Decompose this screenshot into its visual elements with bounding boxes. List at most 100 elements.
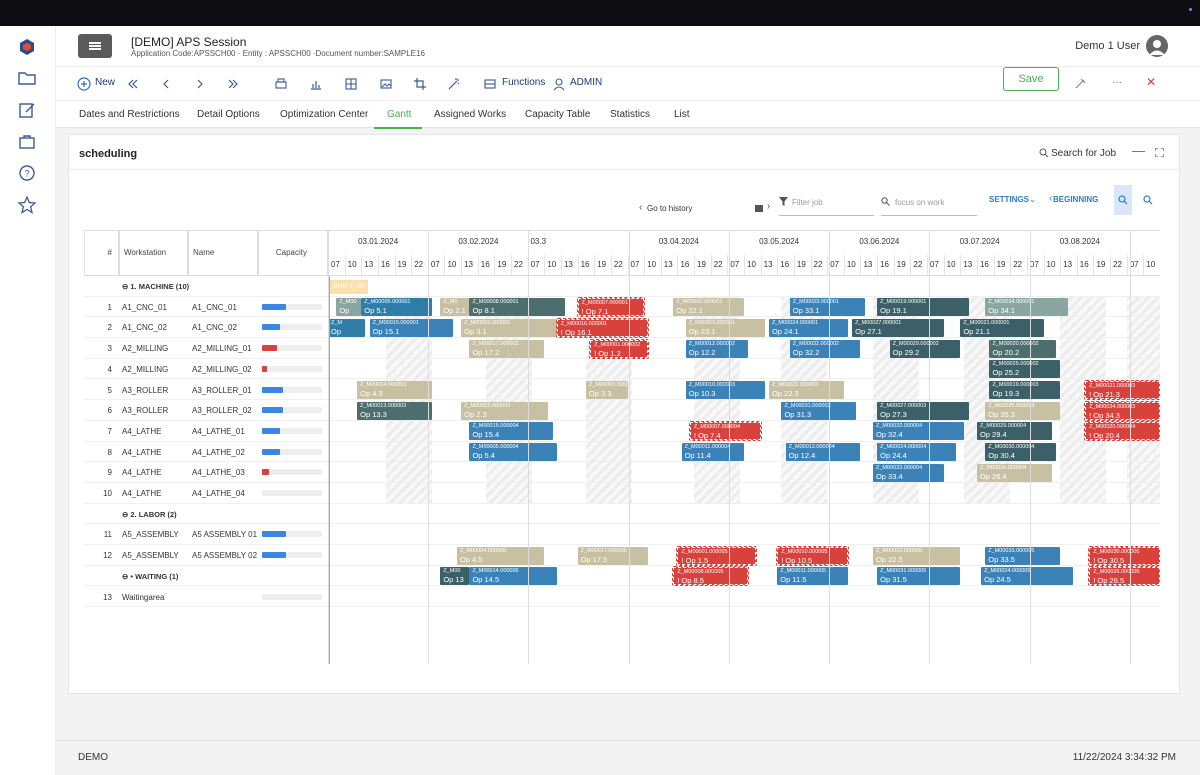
focus-on-work-input[interactable]: focus on work — [895, 198, 944, 207]
job-bar[interactable]: Z_M00015.000004 Op 15.4 — [469, 422, 553, 441]
zoom-in-button[interactable] — [1114, 185, 1132, 215]
job-bar[interactable]: Z_M00033.000005 Op 33.5 — [985, 546, 1061, 565]
job-bar[interactable]: Z_M00035.000003 Op 35.3 — [985, 401, 1061, 420]
add-icon[interactable] — [76, 76, 92, 92]
job-bar[interactable]: Z_M00020.000004! Op 20.4 — [1084, 421, 1160, 442]
job-bar[interactable]: Z_M00 Op 13 — [440, 567, 470, 586]
folder-icon[interactable] — [16, 67, 38, 89]
tab-detail-options[interactable]: Detail Options — [197, 109, 260, 120]
save-button[interactable]: Save — [1003, 67, 1059, 91]
job-bar[interactable]: Z_M00032.000002 Op 32.2 — [789, 339, 861, 358]
close-button[interactable]: ✕ — [1146, 75, 1156, 89]
chart-icon[interactable] — [308, 76, 324, 92]
job-bar[interactable]: Z_M00034.000003! Op 34.3 — [1084, 400, 1160, 421]
job-bar[interactable]: Z_M00 Op — [336, 298, 362, 317]
table-icon[interactable] — [343, 76, 359, 92]
job-bar[interactable]: Z_M00003.000001 Op 3.1 — [461, 318, 557, 337]
job-bar[interactable]: Z_M00020.000002 Op 20.2 — [989, 339, 1056, 358]
job-bar[interactable]: Z_M00030.000005! Op 30.5 — [1088, 545, 1160, 566]
job-bar[interactable]: Z_M00017.000005 Op 17.5 — [577, 546, 649, 565]
avatar[interactable] — [1146, 35, 1168, 57]
job-bar[interactable]: Z_M00021.000003! Op 21.3 — [1084, 380, 1160, 400]
job-bar[interactable]: Z_M00002.000001 Op 22.1 — [673, 298, 744, 317]
next-record-icon[interactable] — [192, 76, 208, 92]
tab-assigned-works[interactable]: Assigned Works — [434, 109, 506, 120]
previous-record-icon[interactable] — [158, 76, 174, 92]
print-icon[interactable] — [273, 76, 289, 92]
group-label[interactable]: ⊖ 1. MACHINE (10) — [122, 282, 189, 291]
col-name-header[interactable]: Name — [188, 230, 258, 276]
last-record-icon[interactable] — [226, 76, 242, 92]
job-bar[interactable]: Z_M00001.000005! Op 1.5 — [676, 545, 758, 566]
job-bar[interactable]: Z_M00024.000005 Op 24.5 — [981, 567, 1073, 586]
go-to-history-button[interactable]: Go to history — [647, 204, 692, 213]
job-bar[interactable]: Z_M00016.000001! Op 16.1 — [555, 317, 650, 338]
minimize-button[interactable]: — — [1132, 143, 1145, 158]
job-bar[interactable]: Z_M00022.000003 Op 22.3 — [768, 381, 844, 399]
job-bar[interactable]: Z_M00024.000004 Op 24.4 — [877, 443, 957, 462]
col-capacity-header[interactable]: Capacity — [258, 230, 328, 276]
job-bar[interactable]: Z_M00015.000001 Op 15.1 — [369, 318, 453, 337]
functions-button[interactable]: Functions — [502, 77, 545, 88]
job-bar[interactable]: Z_M00026.000004 Op 26.4 — [976, 463, 1052, 482]
job-bar[interactable]: Z_M0 Op 2.1 — [440, 298, 470, 317]
job-bar[interactable]: Z_M Op — [328, 318, 366, 337]
menu-button[interactable] — [78, 34, 112, 58]
job-bar[interactable]: Z_M00030.000004 Op 30.4 — [985, 443, 1056, 462]
zoom-out-icon[interactable] — [1143, 195, 1153, 205]
job-bar[interactable]: Z_M00023.000001 Op 23.1 — [685, 318, 765, 337]
tab-optimization-center[interactable]: Optimization Center — [280, 109, 368, 120]
job-bar[interactable]: Z_M00025.000002 Op 25.2 — [989, 360, 1061, 379]
briefcase-icon[interactable] — [16, 131, 38, 153]
job-bar[interactable]: Z_M00024.000001 Op 24.1 — [768, 318, 848, 337]
job-bar[interactable]: Z_M00027.000003 Op 27.3 — [877, 401, 969, 420]
help-icon[interactable]: ? — [16, 162, 38, 184]
job-bar[interactable]: Z_M00012.000002 Op 12.2 — [685, 339, 749, 358]
filter-job-input[interactable]: Filter job — [792, 198, 823, 207]
col-workstation-header[interactable]: Workstation — [119, 230, 188, 276]
job-bar[interactable]: Z_M00004.000005 Op 4.5 — [456, 546, 545, 565]
job-bar[interactable]: Z_M00033.000004 Op 33.4 — [872, 463, 944, 482]
group-label[interactable]: ⊖ 2. LABOR (2) — [122, 510, 177, 519]
job-bar[interactable]: Z_M00029.000002 Op 29.2 — [889, 339, 961, 358]
job-bar[interactable]: Z_M00007.000004! Op 7.4 — [688, 421, 762, 442]
job-bar[interactable]: Z_M00021.000001 Op 21.1 — [960, 318, 1044, 337]
magic-wand-icon[interactable] — [446, 76, 462, 92]
image-icon[interactable] — [378, 76, 394, 92]
search-for-job-button[interactable]: Search for Job — [1051, 148, 1116, 159]
group-label[interactable]: ⊖ • WAITING (1) — [122, 572, 178, 581]
job-bar[interactable]: Z_M00003.000003Op 3.3 — [585, 381, 628, 399]
job-bar[interactable]: Z_M00010.000005! Op 10.5 — [776, 545, 849, 566]
job-bar[interactable]: Z_M00019.000001 Op 19.1 — [877, 298, 969, 317]
more-button[interactable]: ··· — [1112, 77, 1122, 88]
user-name[interactable]: Demo 1 User — [1075, 40, 1140, 52]
job-bar[interactable]: Z_M00010.000003 Op 10.3 — [685, 381, 765, 399]
tab-gantt[interactable]: Gantt — [387, 109, 411, 120]
admin-button[interactable]: ADMIN — [570, 77, 602, 88]
job-bar[interactable]: Z_M00007.000001! Op 7.1 — [576, 297, 646, 318]
job-bar[interactable]: Z_M00001.000002! Op 1.2 — [589, 338, 650, 359]
job-bar[interactable]: Z_M00011.000005 Op 11.5 — [777, 567, 848, 586]
settings-button[interactable]: SETTINGS — [989, 195, 1029, 204]
tab-list[interactable]: List — [674, 109, 690, 120]
maximize-button[interactable] — [1155, 148, 1164, 157]
functions-icon[interactable] — [482, 76, 498, 92]
job-bar[interactable]: Z_M00026.000005! Op 26.5 — [1088, 566, 1160, 587]
job-bar[interactable]: Z_M00029.000004 Op 29.4 — [976, 422, 1052, 441]
beginning-button[interactable]: BEGINNING — [1053, 195, 1098, 204]
beginning-chevron-icon[interactable]: ‹ — [1049, 193, 1052, 204]
pin-icon[interactable] — [1072, 76, 1088, 92]
job-bar[interactable]: Z_M00008.000001 Op 8.1 — [469, 298, 566, 317]
job-bar[interactable]: Z_M00008.000005! Op 8.5 — [672, 566, 750, 587]
job-bar[interactable]: Z_M00002.000003 Op 2.3 — [461, 401, 549, 420]
job-bar[interactable]: Z_M00005.000004 Op 5.4 — [469, 443, 557, 462]
job-bar[interactable]: Z_M00022.000005 Op 22.5 — [872, 546, 961, 565]
job-bar[interactable]: Z_M00014.000005 Op 14.5 — [469, 567, 557, 586]
job-bar[interactable]: Z_M00031.000005 Op 31.5 — [877, 567, 961, 586]
new-button[interactable]: New — [95, 77, 115, 88]
first-record-icon[interactable] — [124, 76, 140, 92]
job-bar[interactable]: Z_M00034.000001 Op 34.1 — [985, 298, 1069, 317]
history-chevron-icon[interactable]: ‹ — [639, 202, 642, 213]
history-next-icon[interactable]: › — [767, 201, 770, 212]
job-bar[interactable]: Z_M00004.000003 Op 4.3 — [357, 381, 432, 399]
